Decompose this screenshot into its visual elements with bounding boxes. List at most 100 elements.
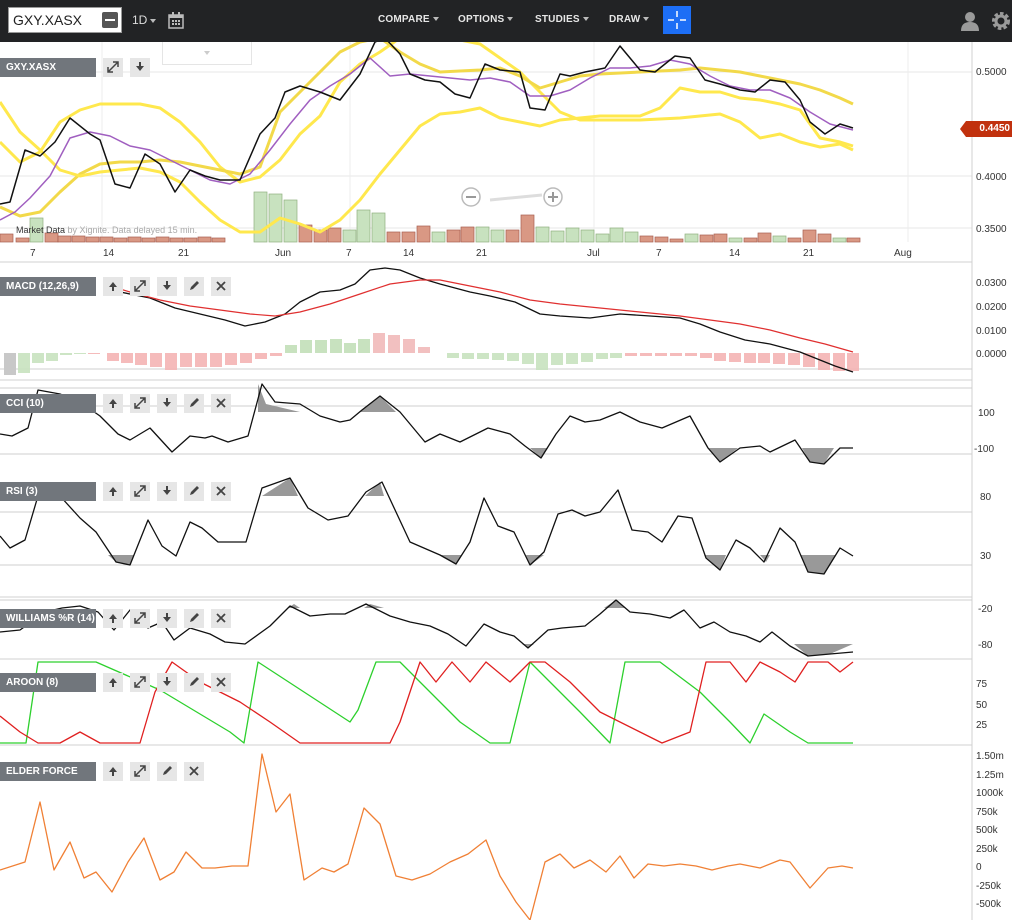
- zoom-control: [460, 186, 570, 208]
- crosshair-toggle-button[interactable]: [663, 6, 691, 34]
- date-tick: 21: [803, 248, 815, 259]
- expand-button[interactable]: [130, 394, 150, 413]
- gear-icon[interactable]: [990, 10, 1012, 32]
- expand-button[interactable]: [130, 277, 150, 296]
- expand-button[interactable]: [103, 58, 123, 77]
- move-down-button[interactable]: [157, 673, 177, 692]
- volume-bar: [832, 237, 847, 243]
- menu-studies[interactable]: STUDIES: [535, 14, 589, 25]
- close-button[interactable]: [211, 482, 231, 501]
- bollinger-lower-line: [0, 86, 854, 234]
- elder-tick: 750k: [976, 807, 999, 818]
- macd-histogram-bar: [210, 353, 222, 367]
- macd-histogram-bar: [670, 353, 682, 356]
- move-down-button[interactable]: [130, 58, 150, 77]
- edit-button[interactable]: [184, 482, 204, 501]
- macd-histogram-bar: [492, 353, 504, 360]
- volume-bar: [446, 229, 461, 243]
- macd-histogram-bar: [418, 347, 430, 353]
- macd-histogram-bar: [655, 353, 667, 356]
- move-up-button[interactable]: [103, 277, 123, 296]
- chart-canvas[interactable]: 0.5000 0.4500 0.4000 0.3500 7 14 21 Jun …: [0, 42, 1012, 920]
- macd-histogram-bar: [225, 353, 237, 365]
- elder-tick: 1.50m: [976, 751, 1004, 762]
- elder-tick: 1000k: [976, 788, 1004, 799]
- volume-bar: [211, 237, 226, 243]
- macd-histogram-bar: [88, 353, 100, 354]
- volume-bar: [565, 227, 580, 243]
- menu-options[interactable]: OPTIONS: [458, 14, 514, 25]
- arrow-down-icon: [136, 62, 144, 71]
- calendar-icon[interactable]: [168, 12, 184, 29]
- macd-histogram-bar: [32, 353, 44, 363]
- volume-bar: [113, 237, 128, 243]
- date-tick: Jun: [275, 248, 291, 259]
- macd-histogram-bar: [121, 353, 133, 363]
- close-button[interactable]: [184, 762, 204, 781]
- move-up-button[interactable]: [103, 394, 123, 413]
- close-button[interactable]: [211, 609, 231, 628]
- expand-button[interactable]: [130, 609, 150, 628]
- macd-tick: 0.0100: [976, 326, 1007, 337]
- edit-button[interactable]: [184, 277, 204, 296]
- move-up-button[interactable]: [103, 673, 123, 692]
- edit-button[interactable]: [184, 394, 204, 413]
- expand-button[interactable]: [130, 673, 150, 692]
- volume-bar: [327, 227, 342, 243]
- cci-tick: 100: [978, 408, 995, 419]
- sma-line: [0, 57, 854, 221]
- expand-button[interactable]: [130, 762, 150, 781]
- aroon-panel: [0, 661, 854, 744]
- date-tick: 7: [656, 248, 662, 259]
- expand-button[interactable]: [130, 482, 150, 501]
- expand-icon: [134, 765, 146, 777]
- macd-histogram-bar: [388, 335, 400, 353]
- macd-tick: 0.0000: [976, 349, 1007, 360]
- close-icon: [216, 613, 226, 623]
- price-overlays: [0, 42, 854, 234]
- edit-button[interactable]: [184, 673, 204, 692]
- move-down-button[interactable]: [157, 609, 177, 628]
- cci-panel: [0, 383, 853, 465]
- macd-histogram-bar: [4, 353, 16, 375]
- close-button[interactable]: [211, 673, 231, 692]
- close-button[interactable]: [211, 394, 231, 413]
- move-up-button[interactable]: [103, 482, 123, 501]
- move-down-button[interactable]: [157, 277, 177, 296]
- volume-bar: [846, 237, 861, 243]
- close-button[interactable]: [211, 277, 231, 296]
- aroon-panel-label: AROON (8): [0, 673, 96, 692]
- volume-bar: [505, 229, 520, 243]
- cci-panel-label: CCI (10): [0, 394, 96, 413]
- macd-histogram-bar: [447, 353, 459, 358]
- macd-histogram-bar: [285, 345, 297, 353]
- crosshair-icon: [668, 11, 686, 29]
- elder-tick: -250k: [976, 881, 1002, 892]
- volume-bar: [535, 226, 550, 243]
- zoom-slider[interactable]: [489, 193, 543, 202]
- symbol-input[interactable]: [13, 11, 97, 29]
- elder-tick: 1.25m: [976, 770, 1004, 781]
- periodicity-dropdown[interactable]: 1D: [132, 13, 157, 27]
- arrow-up-icon: [109, 678, 117, 687]
- macd-histogram-bar: [180, 353, 192, 367]
- menu-compare[interactable]: COMPARE: [378, 14, 439, 25]
- edit-button[interactable]: [184, 609, 204, 628]
- user-icon[interactable]: [960, 11, 980, 31]
- move-up-button[interactable]: [103, 762, 123, 781]
- aroon-tick: 50: [976, 700, 988, 711]
- move-up-button[interactable]: [103, 609, 123, 628]
- close-icon: [216, 398, 226, 408]
- williams-panel-label: WILLIAMS %R (14): [0, 609, 96, 628]
- edit-button[interactable]: [157, 762, 177, 781]
- move-down-button[interactable]: [157, 482, 177, 501]
- keyboard-icon[interactable]: [102, 12, 118, 28]
- volume-bar: [595, 233, 610, 243]
- move-down-button[interactable]: [157, 394, 177, 413]
- macd-tick: 0.0200: [976, 302, 1007, 313]
- volume-bar: [817, 233, 832, 243]
- macd-histogram-bar: [135, 353, 147, 365]
- macd-histogram-bar: [625, 353, 637, 356]
- macd-histogram-bar: [60, 353, 72, 355]
- menu-draw[interactable]: DRAW: [609, 14, 650, 25]
